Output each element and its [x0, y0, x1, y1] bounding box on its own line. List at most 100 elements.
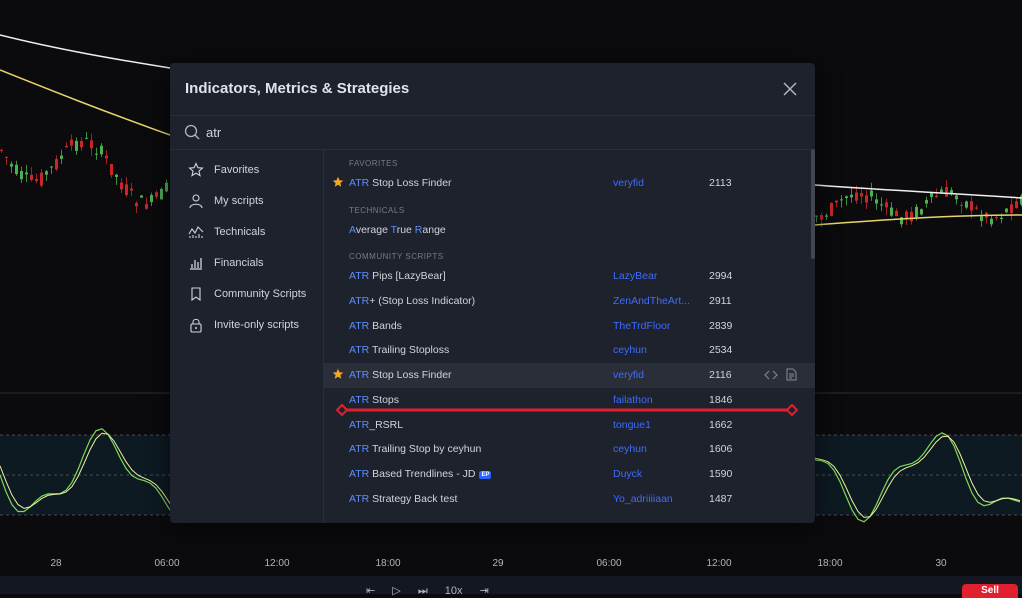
list-item[interactable]: ATR Bands TheTrdFloor 2839 [324, 314, 815, 339]
bottom-toolbar: ⇤ ▷ ⏭ 10x ⇥ Sell [0, 576, 1022, 598]
candle-body [30, 174, 33, 180]
script-likes-count: 1606 [709, 443, 733, 456]
candle-body [55, 158, 58, 170]
play-icon[interactable]: ▷ [392, 585, 400, 597]
list-item[interactable]: Average True Range [324, 218, 815, 243]
script-name: ATR Trailing Stoploss [349, 344, 450, 357]
script-author-link[interactable]: LazyBear [613, 270, 657, 282]
search-bar [170, 115, 815, 150]
script-author-link[interactable]: ceyhun [613, 344, 647, 356]
script-author-link[interactable]: ZenAndTheArt... [613, 295, 690, 307]
script-likes-count: 2994 [709, 270, 733, 283]
list-item[interactable]: ATR_RSRL tongue1 1662 [324, 413, 815, 438]
candle-body [160, 188, 163, 200]
list-item[interactable]: ATR+ (Stop Loss Indicator) ZenAndTheArt.… [324, 289, 815, 314]
scrollbar[interactable] [811, 149, 815, 259]
user-icon [189, 193, 203, 208]
candle-body [85, 137, 88, 139]
script-likes-count: 2116 [709, 369, 732, 382]
sidebar-item-invite-only-scripts[interactable]: Invite-only scripts [170, 309, 323, 340]
candle-body [890, 207, 893, 216]
candle-body [95, 153, 98, 155]
candle-body [820, 215, 823, 220]
script-name: ATR Trailing Stop by ceyhun [349, 443, 482, 456]
candle-body [1015, 201, 1018, 208]
step-forward-icon[interactable]: ⏭ [418, 585, 428, 597]
candle-body [900, 217, 903, 225]
script-author-link[interactable]: tongue1 [613, 419, 651, 431]
candle-body [840, 199, 843, 201]
script-author-link[interactable]: ceyhun [613, 443, 647, 455]
candle-body [1010, 204, 1013, 214]
dialog-title: Indicators, Metrics & Strategies [185, 80, 410, 97]
script-name: ATR Pips [LazyBear] [349, 270, 446, 283]
script-name: ATR_RSRL [349, 418, 404, 431]
sidebar-item-my-scripts[interactable]: My scripts [170, 185, 323, 216]
list-item[interactable]: ATR Based Trendlines - JD EP Duyck 1590 [324, 462, 815, 487]
sidebar-item-label: My scripts [214, 194, 264, 207]
time-label: 18:00 [375, 558, 401, 569]
red-underline-annotation [336, 404, 798, 416]
list-item[interactable]: ATR Trailing Stop by ceyhun ceyhun 1606 [324, 437, 815, 462]
list-item[interactable]: ATR Strategy Back test Yo_adriiiiaan 148… [324, 487, 815, 512]
candle-body [925, 199, 928, 204]
close-icon[interactable] [780, 79, 800, 99]
source-code-icon[interactable] [764, 369, 778, 381]
candle-body [50, 166, 53, 168]
time-label: 28 [50, 558, 62, 569]
candle-body [870, 190, 873, 197]
candle-body [880, 204, 883, 206]
candle-body [65, 145, 68, 148]
script-likes-count: 2534 [709, 344, 733, 357]
candle-body [935, 195, 938, 198]
candle-body [830, 202, 833, 216]
candle-body [980, 216, 983, 222]
candle-body [105, 155, 108, 159]
time-label: 06:00 [154, 558, 180, 569]
time-label: 12:00 [706, 558, 732, 569]
script-name: ATR Strategy Back test [349, 492, 458, 505]
list-item[interactable]: ATR Trailing Stoploss ceyhun 2534 [324, 338, 815, 363]
favorite-star-icon[interactable] [332, 368, 344, 380]
search-input[interactable] [206, 122, 786, 142]
candle-body [940, 189, 943, 193]
candle-body [130, 188, 133, 191]
star-icon [188, 161, 204, 177]
sell-button[interactable]: Sell [962, 584, 1018, 598]
sidebar-item-financials[interactable]: Financials [170, 247, 323, 278]
script-likes-count: 1487 [709, 492, 733, 505]
candle-body [20, 170, 23, 180]
jump-end-icon[interactable]: ⇥ [480, 585, 489, 597]
script-author-link[interactable]: Duyck [613, 468, 642, 480]
script-likes-count: 2839 [709, 319, 733, 332]
script-likes-count: 2113 [709, 177, 732, 189]
financials-icon [190, 257, 202, 270]
section-title-technicals: TECHNICALS [349, 205, 405, 215]
candle-body [10, 163, 13, 167]
script-name: ATR Based Trendlines - JD EP [349, 467, 492, 480]
list-item[interactable]: ATR Pips [LazyBear] LazyBear 2994 [324, 264, 815, 289]
sidebar-item-community-scripts[interactable]: Community Scripts [170, 278, 323, 309]
list-item[interactable]: ATR Stop Loss Finder veryfid 2113 [324, 171, 815, 196]
script-author-link[interactable]: veryfid [613, 177, 644, 189]
speed-label[interactable]: 10x [445, 585, 463, 597]
candle-body [920, 209, 923, 215]
sidebar-item-technicals[interactable]: Technicals [170, 216, 323, 247]
sidebar-item-label: Financials [214, 256, 264, 269]
candle-body [100, 145, 103, 155]
script-info-icon[interactable] [786, 368, 797, 381]
candle-body [35, 178, 38, 182]
script-author-link[interactable]: Yo_adriiiiaan [613, 493, 673, 505]
script-likes-count: 2911 [709, 295, 732, 308]
candle-body [1005, 208, 1008, 213]
jump-start-icon[interactable]: ⇤ [366, 585, 375, 597]
candle-body [975, 207, 978, 209]
candle-body [15, 164, 18, 175]
sidebar-item-favorites[interactable]: Favorites [170, 154, 323, 185]
candle-body [120, 182, 123, 190]
script-author-link[interactable]: veryfid [613, 369, 644, 381]
candle-body [895, 210, 898, 217]
list-item[interactable]: ATR Stop Loss Finder veryfid 2116 [324, 363, 815, 388]
favorite-star-icon[interactable] [332, 176, 344, 188]
script-author-link[interactable]: TheTrdFloor [613, 320, 670, 332]
